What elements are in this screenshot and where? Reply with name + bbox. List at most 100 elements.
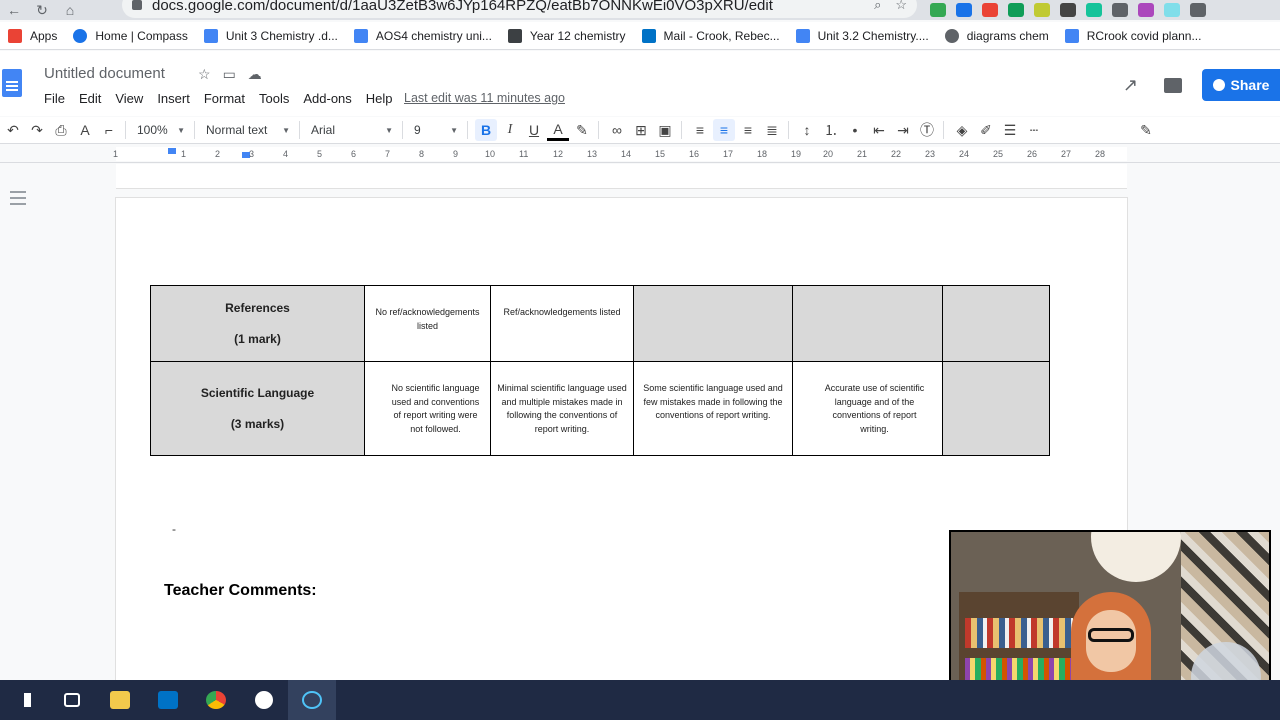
undo-icon[interactable]: ↶ <box>2 119 24 141</box>
paint-format-icon[interactable]: ⌐ <box>98 119 120 141</box>
bookmark-star-icon[interactable]: ☆ <box>895 0 907 13</box>
menu-file[interactable]: File <box>44 91 65 106</box>
bold-button[interactable]: B <box>475 119 497 141</box>
circle-extension-icon[interactable] <box>1164 3 1180 17</box>
rubric-table[interactable]: References (1 mark) No ref/acknowledgeme… <box>150 285 1050 456</box>
bookmark-label: Home | Compass <box>95 28 188 43</box>
taskbar-recorder[interactable] <box>288 680 336 720</box>
taskbar-chrome[interactable] <box>192 680 240 720</box>
bookmark-apps[interactable]: Apps <box>8 28 57 43</box>
italic-button[interactable]: I <box>499 119 521 141</box>
menu-view[interactable]: View <box>115 91 143 106</box>
bookmark-compass[interactable]: Home | Compass <box>73 28 188 43</box>
grammarly-extension-icon[interactable] <box>1086 3 1102 17</box>
increase-indent-icon[interactable]: ⇥ <box>892 119 914 141</box>
cell-fill-icon[interactable]: ◈ <box>951 119 973 141</box>
bulleted-list-icon[interactable]: • <box>844 119 866 141</box>
task-view-button[interactable] <box>48 680 96 720</box>
cloud-status-icon[interactable]: ☁ <box>248 66 262 83</box>
bookmark-year12[interactable]: Year 12 chemistry <box>507 28 626 43</box>
align-left-icon[interactable]: ≡ <box>689 119 711 141</box>
last-edit-link[interactable]: Last edit was 11 minutes ago <box>404 91 565 105</box>
menu-tools[interactable]: Tools <box>259 91 289 106</box>
document-title[interactable]: Untitled document <box>44 65 165 82</box>
taskbar-outlook[interactable] <box>144 680 192 720</box>
line-spacing-icon[interactable]: ↕ <box>796 119 818 141</box>
classroom-extension-icon[interactable] <box>1008 3 1024 17</box>
reload-icon[interactable]: ↻ <box>28 0 56 20</box>
add-comment-icon[interactable]: ⊞ <box>630 119 652 141</box>
document-outline-icon[interactable] <box>10 191 26 205</box>
border-dash-icon[interactable]: ┄ <box>1023 119 1045 141</box>
comment-icon[interactable] <box>1164 77 1182 93</box>
puzzle-extension-icon[interactable] <box>1190 3 1206 17</box>
menu-addons[interactable]: Add-ons <box>303 91 351 106</box>
colors-extension-icon[interactable] <box>1138 3 1154 17</box>
star-icon[interactable]: ☆ <box>198 66 211 83</box>
bookmark-mail[interactable]: Mail - Crook, Rebec... <box>641 28 780 43</box>
numbered-list-icon[interactable]: ⒈ <box>820 119 842 141</box>
shield-extension-icon[interactable] <box>1112 3 1128 17</box>
underline-button[interactable]: U <box>523 119 545 141</box>
menu-insert[interactable]: Insert <box>157 91 190 106</box>
text-color-button[interactable]: A <box>547 119 569 141</box>
move-folder-icon[interactable]: ▭ <box>223 66 236 83</box>
calendar-extension-icon[interactable] <box>956 3 972 17</box>
insert-image-icon[interactable]: ▣ <box>654 119 676 141</box>
table-cell[interactable] <box>942 361 1050 456</box>
align-right-icon[interactable]: ≡ <box>737 119 759 141</box>
drive-extension-icon[interactable] <box>930 3 946 17</box>
font-select[interactable]: Arial ▼ <box>307 119 397 141</box>
table-cell[interactable]: No scientific language used and conventi… <box>364 361 491 456</box>
taskbar-file-explorer[interactable] <box>96 680 144 720</box>
activity-trend-icon[interactable]: ↗ <box>1123 75 1138 96</box>
menu-format[interactable]: Format <box>204 91 245 106</box>
decrease-indent-icon[interactable]: ⇤ <box>868 119 890 141</box>
table-cell[interactable]: Minimal scientific language used and mul… <box>490 361 634 456</box>
back-arrow-icon[interactable]: ← <box>0 0 28 20</box>
print-icon[interactable]: ⎙ <box>50 119 72 141</box>
share-button[interactable]: Share <box>1202 69 1280 101</box>
border-color-icon[interactable]: ✐ <box>975 119 997 141</box>
table-cell[interactable] <box>942 285 1050 362</box>
menu-help[interactable]: Help <box>366 91 393 106</box>
gmail-extension-icon[interactable] <box>982 3 998 17</box>
edit-extension-icon[interactable] <box>1034 3 1050 17</box>
border-width-icon[interactable]: ☰ <box>999 119 1021 141</box>
table-cell[interactable] <box>633 285 793 362</box>
start-button[interactable] <box>0 680 48 720</box>
justify-icon[interactable]: ≣ <box>761 119 783 141</box>
bolt-extension-icon[interactable] <box>1060 3 1076 17</box>
redo-icon[interactable]: ↷ <box>26 119 48 141</box>
bookmark-diagrams[interactable]: diagrams chem <box>944 28 1049 43</box>
docs-logo-icon[interactable] <box>2 69 22 97</box>
spellcheck-icon[interactable]: A <box>74 119 96 141</box>
indent-marker[interactable] <box>168 148 176 154</box>
link-icon[interactable]: ∞ <box>606 119 628 141</box>
bookmark-aos4[interactable]: AOS4 chemistry uni... <box>353 28 492 43</box>
criterion-cell[interactable]: References (1 mark) <box>150 285 365 362</box>
zoom-select[interactable]: 100% ▼ <box>133 119 189 141</box>
table-cell[interactable] <box>792 285 943 362</box>
clear-formatting-icon[interactable]: Ⓣ <box>916 119 938 141</box>
highlight-pen-icon[interactable]: ✎ <box>571 119 593 141</box>
bookmark-unit32[interactable]: Unit 3.2 Chemistry.... <box>795 28 929 43</box>
table-cell[interactable]: No ref/acknowledgements listed <box>364 285 491 362</box>
ruler-number: 1 <box>113 149 119 159</box>
bookmark-rcrook[interactable]: RCrook covid plann... <box>1064 28 1201 43</box>
table-cell[interactable]: Some scientific language used and few mi… <box>633 361 793 456</box>
table-cell[interactable]: Ref/acknowledgements listed <box>490 285 634 362</box>
zoom-magnifier-icon[interactable]: ⌕ <box>874 0 881 13</box>
editing-mode-icon[interactable]: ✎ <box>1135 119 1157 141</box>
bookmark-unit3-chem[interactable]: Unit 3 Chemistry .d... <box>203 28 338 43</box>
font-size-select[interactable]: 9 ▼ <box>410 119 462 141</box>
home-icon[interactable]: ⌂ <box>56 0 84 20</box>
criterion-cell[interactable]: Scientific Language (3 marks) <box>150 361 365 456</box>
style-select[interactable]: Normal text ▼ <box>202 119 294 141</box>
taskbar-photos[interactable] <box>240 680 288 720</box>
table-cell[interactable]: Accurate use of scientific language and … <box>792 361 943 456</box>
ruler-number: 25 <box>993 149 1004 159</box>
address-bar[interactable]: docs.google.com/document/d/1aaU3ZetB3w6J… <box>122 0 917 18</box>
align-center-icon[interactable]: ≡ <box>713 119 735 141</box>
menu-edit[interactable]: Edit <box>79 91 101 106</box>
